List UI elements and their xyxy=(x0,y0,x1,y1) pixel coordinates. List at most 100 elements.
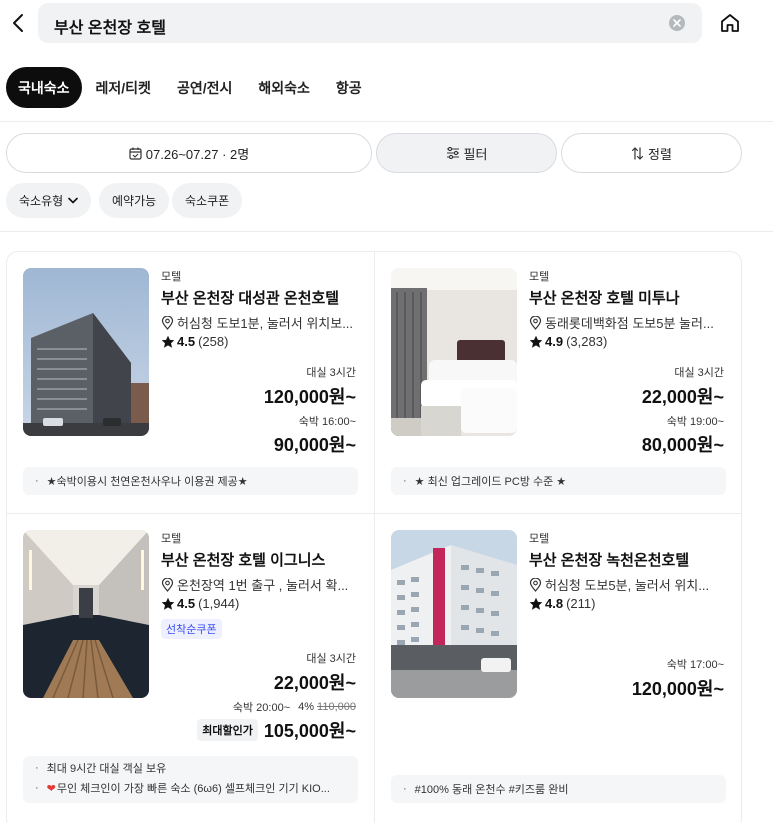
rent-price: 120,000원~ xyxy=(263,387,356,407)
stay-category: 모텔 xyxy=(161,533,182,545)
tab-domestic[interactable]: 국내숙소 xyxy=(6,67,82,108)
note-text: #100% 동래 온천수 #키즈룸 완비 xyxy=(414,784,569,796)
hotel-card[interactable]: 모텔 부산 온천장 호텔 이그니스 온천장역 1번 출구 , 눌러서 확... … xyxy=(6,513,374,803)
location-pin-icon xyxy=(161,315,174,330)
review-count: (258) xyxy=(198,334,229,349)
date-guest-label: 07.26~07.27 · 2명 xyxy=(145,146,250,162)
location-text: 온천장역 1번 출구 , 눌러서 확... xyxy=(177,578,349,593)
search-input[interactable]: 부산 온천장 호텔 xyxy=(38,3,702,43)
stay-category: 모텔 xyxy=(529,271,550,283)
divider xyxy=(0,231,773,232)
sort-label: 정렬 xyxy=(648,146,672,162)
review-count: (1,944) xyxy=(198,596,240,611)
rating-value: 4.5 xyxy=(177,334,196,349)
note-text: ★숙박이용시 천연온천사우나 이용권 제공★ xyxy=(46,476,248,488)
hotel-card[interactable]: 모텔 부산 온천장 녹천온천호텔 허심청 도보5분, 눌러서 위치... 4.8… xyxy=(374,513,742,803)
hotel-card[interactable]: 모텔 부산 온천장 호텔 미투나 동래롯데백화점 도보5분 눌러... 4.9 … xyxy=(374,251,742,513)
chip-stay-type[interactable]: 숙소유형 xyxy=(6,183,92,218)
sort-button[interactable]: 정렬 xyxy=(561,133,742,173)
calendar-icon xyxy=(129,147,142,160)
star-icon xyxy=(161,597,175,610)
hotel-location: 동래롯데백화점 도보5분 눌러... xyxy=(529,313,729,332)
filter-label: 필터 xyxy=(463,146,488,162)
tab-overseas[interactable]: 해외숙소 xyxy=(246,67,322,108)
close-icon xyxy=(673,19,681,27)
stay-label: 숙박 20:00~ xyxy=(232,702,291,714)
chip-label: 예약가능 xyxy=(112,194,157,208)
hotel-location: 온천장역 1번 출구 , 눌러서 확... xyxy=(161,575,361,594)
hotel-rating: 4.5 (1,944) xyxy=(161,596,239,611)
tab-flight[interactable]: 항공 xyxy=(324,67,374,108)
hotel-notes: · ★숙박이용시 천연온천사우나 이용권 제공★ xyxy=(23,467,358,495)
stay-category: 모텔 xyxy=(161,271,182,283)
note-text: 무인 체크인이 가장 빠른 숙소 (6ω6) 셀프체크인 기기 KIO... xyxy=(56,783,330,795)
location-text: 허심청 도보5분, 눌러서 위치... xyxy=(545,578,710,593)
chip-coupon[interactable]: 숙소쿠폰 xyxy=(172,183,243,218)
rent-label: 대실 3시간 xyxy=(306,653,356,665)
chevron-down-icon xyxy=(68,197,78,204)
rent-price: 22,000원~ xyxy=(641,387,724,407)
chevron-left-icon xyxy=(13,14,23,32)
sliders-icon xyxy=(446,147,459,159)
heart-icon: ❤ xyxy=(46,782,56,795)
sort-arrows-icon xyxy=(631,146,644,160)
clear-search-button[interactable] xyxy=(669,15,685,31)
stay-price-row: 최대할인가 105,000원~ xyxy=(197,717,356,743)
location-text: 동래롯데백화점 도보5분 눌러... xyxy=(545,316,714,331)
stay-label: 숙박 16:00~ xyxy=(298,416,356,428)
rent-price: 22,000원~ xyxy=(273,673,356,693)
original-price: 110,000 xyxy=(317,701,356,713)
review-count: (3,283) xyxy=(566,334,608,349)
stay-discount-row: 숙박 20:00~ 4% 110,000 xyxy=(233,699,356,715)
tab-leisure[interactable]: 레저/티켓 xyxy=(84,67,163,108)
hotel-card[interactable]: 모텔 부산 온천장 대성관 온천호텔 허심청 도보1분, 눌러서 위치보... … xyxy=(6,251,374,513)
tab-performance[interactable]: 공연/전시 xyxy=(165,67,244,108)
hotel-photo xyxy=(391,268,517,436)
hotel-notes: · ★ 최신 업그레이드 PC방 수준 ★ xyxy=(391,467,726,495)
chip-available[interactable]: 예약가능 xyxy=(99,183,170,218)
hotel-notes: · 최대 9시간 대실 객실 보유 · ❤ 무인 체크인이 가장 빠른 숙소 (6ω6… xyxy=(23,756,358,803)
note-line: · ❤ 무인 체크인이 가장 빠른 숙소 (6ω6) 셀프체크인 기기 KIO... xyxy=(35,782,330,795)
top-bar: 부산 온천장 호텔 xyxy=(0,0,773,48)
stay-label: 숙박 17:00~ xyxy=(666,659,724,671)
location-pin-icon xyxy=(161,577,174,592)
filter-button[interactable]: 필터 xyxy=(376,133,557,173)
star-icon xyxy=(161,335,175,348)
hotel-location: 허심청 도보1분, 눌러서 위치보... xyxy=(161,313,361,332)
stay-price: 105,000원~ xyxy=(263,721,356,741)
location-text: 허심청 도보1분, 눌러서 위치보... xyxy=(177,316,354,331)
stay-category: 모텔 xyxy=(529,533,550,545)
rent-label: 대실 3시간 xyxy=(306,367,356,379)
search-query: 부산 온천장 호텔 xyxy=(54,20,166,37)
note-text: 최대 9시간 대실 객실 보유 xyxy=(46,763,167,775)
chip-label: 숙소유형 xyxy=(19,194,64,208)
coupon-badge: 선착순쿠폰 xyxy=(161,619,222,639)
hotel-photo xyxy=(391,530,517,698)
hotel-notes: · #100% 동래 온천수 #키즈룸 완비 xyxy=(391,775,726,803)
category-tabs: 국내숙소 레저/티켓 공연/전시 해외숙소 항공 xyxy=(6,67,376,108)
note-line: · ★ 최신 업그레이드 PC방 수준 ★ xyxy=(403,475,567,488)
star-icon xyxy=(529,335,543,348)
divider xyxy=(0,121,773,122)
hotel-rating: 4.9 (3,283) xyxy=(529,334,607,349)
discount-rate: 4% xyxy=(298,701,315,713)
back-button[interactable] xyxy=(6,10,30,36)
hotel-rating: 4.5 (258) xyxy=(161,334,228,349)
stay-label: 숙박 19:00~ xyxy=(666,416,724,428)
location-pin-icon xyxy=(529,577,542,592)
date-guest-button[interactable]: 07.26~07.27 · 2명 xyxy=(6,133,372,173)
note-text: ★ 최신 업그레이드 PC방 수준 ★ xyxy=(414,476,567,488)
max-discount-badge: 최대할인가 xyxy=(197,719,258,741)
hotel-name: 부산 온천장 호텔 미투나 xyxy=(529,290,680,307)
hotel-name: 부산 온천장 녹천온천호텔 xyxy=(529,552,690,569)
stay-price: 80,000원~ xyxy=(641,435,724,455)
stay-price: 120,000원~ xyxy=(631,679,724,699)
chip-label: 숙소쿠폰 xyxy=(185,194,230,208)
rent-label: 대실 3시간 xyxy=(674,367,724,379)
hotel-rating: 4.8 (211) xyxy=(529,596,595,611)
rating-value: 4.9 xyxy=(545,334,564,349)
hotel-photo xyxy=(23,268,149,436)
home-button[interactable] xyxy=(718,10,742,36)
location-pin-icon xyxy=(529,315,542,330)
hotel-name: 부산 온천장 호텔 이그니스 xyxy=(161,552,326,569)
